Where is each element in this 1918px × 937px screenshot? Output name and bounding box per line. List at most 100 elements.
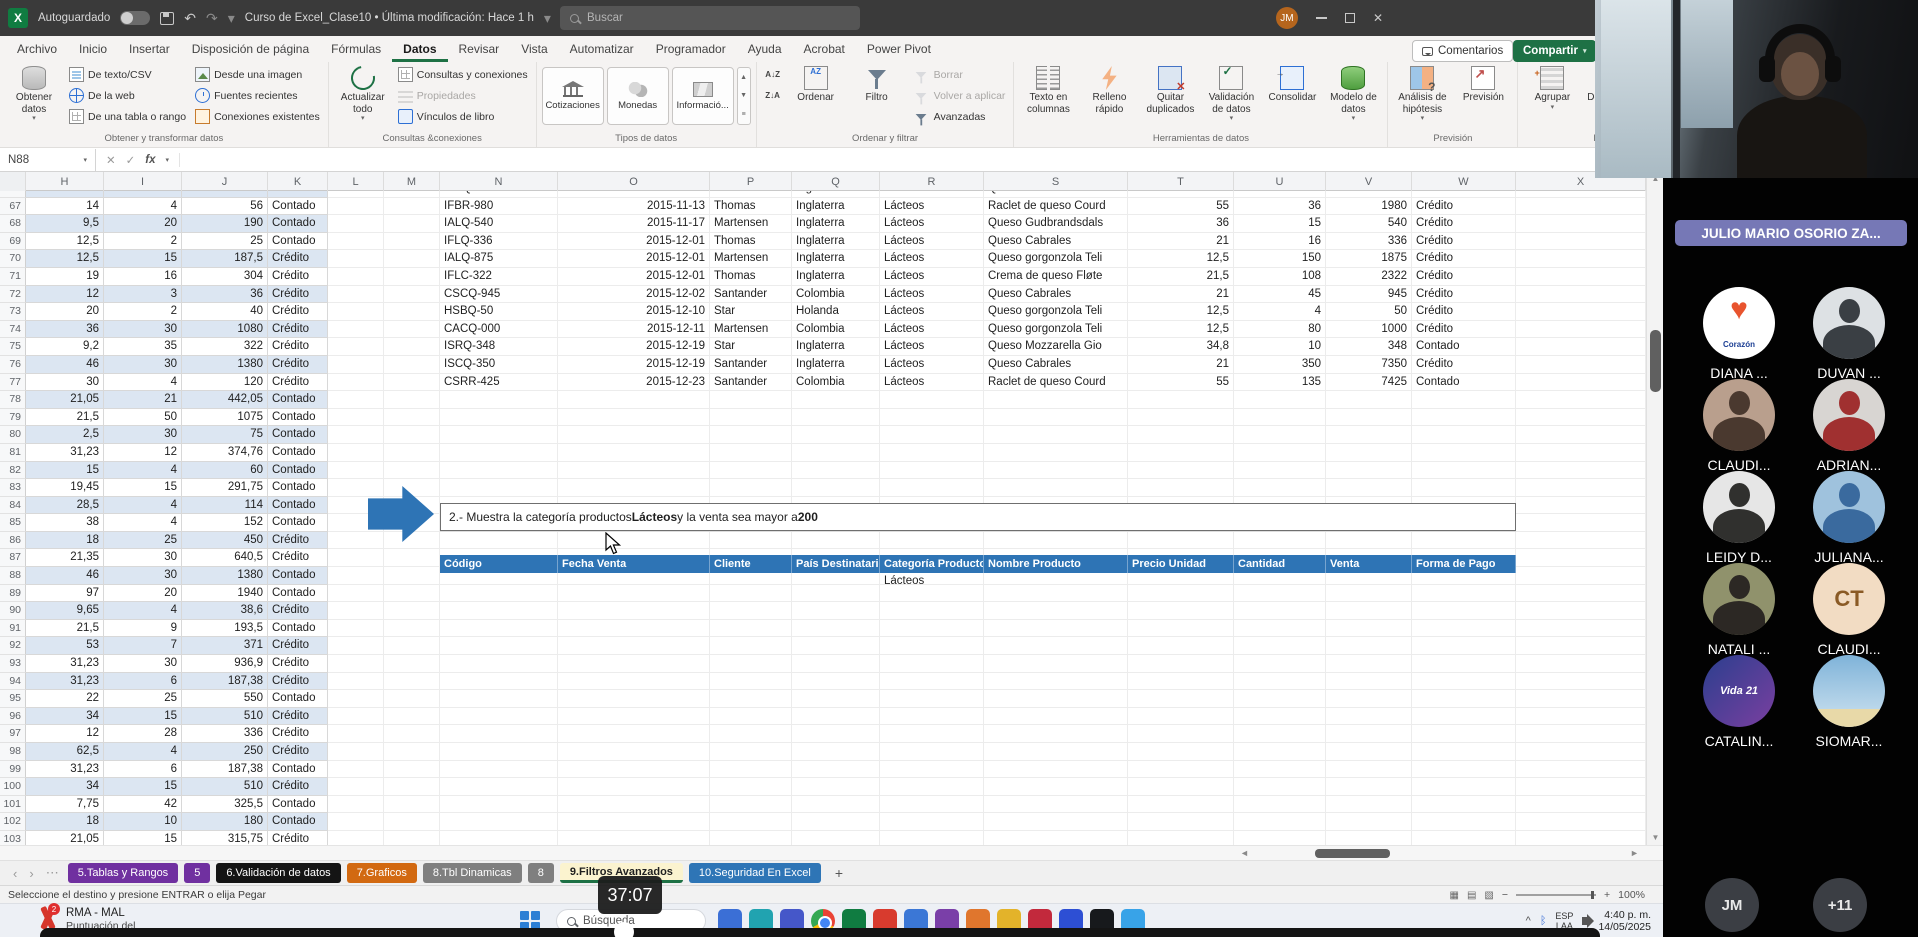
what-if-analysis-button[interactable]: Análisis de hipótesis▾ (1393, 64, 1451, 125)
row-number[interactable]: 94 (0, 673, 26, 691)
cell-H69[interactable]: 12,5 (26, 233, 104, 251)
cell-K94[interactable]: Crédito (268, 673, 328, 691)
cell-N92[interactable] (440, 637, 558, 655)
cell-J77[interactable]: 120 (182, 374, 268, 392)
cell-L72[interactable] (328, 286, 384, 304)
cell-S96[interactable] (984, 708, 1128, 726)
cell-V95[interactable] (1326, 690, 1412, 708)
cell-I88[interactable]: 30 (104, 567, 182, 585)
row-number[interactable]: 92 (0, 637, 26, 655)
cell-X79[interactable] (1516, 409, 1646, 427)
cell-W76[interactable]: Crédito (1412, 356, 1516, 374)
cell-I93[interactable]: 30 (104, 655, 182, 673)
cell-P99[interactable] (710, 761, 792, 779)
cell-L101[interactable] (328, 796, 384, 814)
cell-L73[interactable] (328, 303, 384, 321)
title-dropdown-icon[interactable]: ▾ (544, 11, 551, 25)
cell-T72[interactable]: 21 (1128, 286, 1234, 304)
cell-P94[interactable] (710, 673, 792, 691)
cell-W97[interactable] (1412, 725, 1516, 743)
cell-H86[interactable]: 18 (26, 532, 104, 550)
cell-U96[interactable] (1234, 708, 1326, 726)
cell-T69[interactable]: 21 (1128, 233, 1234, 251)
cell-M77[interactable] (384, 374, 440, 392)
scroll-right-icon[interactable]: ► (1630, 846, 1639, 861)
close-button[interactable]: ✕ (1373, 11, 1383, 25)
cell-U74[interactable]: 80 (1234, 321, 1326, 339)
maximize-button[interactable] (1345, 13, 1355, 23)
cell-P70[interactable]: Martensen (710, 250, 792, 268)
cell-Q69[interactable]: Inglaterra (792, 233, 880, 251)
cell-W95[interactable] (1412, 690, 1516, 708)
participant-avatar[interactable] (1703, 471, 1775, 543)
minimize-button[interactable] (1316, 17, 1327, 19)
cell-O83[interactable] (558, 479, 710, 497)
cell-H100[interactable]: 34 (26, 778, 104, 796)
cell-R70[interactable]: Lácteos (880, 250, 984, 268)
cell-H96[interactable]: 34 (26, 708, 104, 726)
row-number[interactable]: 79 (0, 409, 26, 427)
sheet-tab-7-graficos[interactable]: 7.Graficos (347, 863, 417, 883)
cell-W71[interactable]: Crédito (1412, 268, 1516, 286)
cell-V69[interactable]: 336 (1326, 233, 1412, 251)
cell-U95[interactable] (1234, 690, 1326, 708)
cell-L69[interactable] (328, 233, 384, 251)
cell-T70[interactable]: 12,5 (1128, 250, 1234, 268)
group-button[interactable]: Agrupar▾ (1523, 64, 1581, 114)
cell-P95[interactable] (710, 690, 792, 708)
cell-J98[interactable]: 250 (182, 743, 268, 761)
cell-R91[interactable] (880, 620, 984, 638)
cell-Q83[interactable] (792, 479, 880, 497)
cell-M80[interactable] (384, 426, 440, 444)
cell-M102[interactable] (384, 813, 440, 831)
cell-H101[interactable]: 7,75 (26, 796, 104, 814)
cell-V80[interactable] (1326, 426, 1412, 444)
sort-button[interactable]: AZOrdenar (787, 64, 845, 106)
cell-R76[interactable]: Lácteos (880, 356, 984, 374)
autosave-toggle[interactable] (120, 11, 150, 25)
scroll-down-icon[interactable]: ▼ (1647, 831, 1663, 845)
cell-U98[interactable] (1234, 743, 1326, 761)
cell-L98[interactable] (328, 743, 384, 761)
cell-W99[interactable] (1412, 761, 1516, 779)
cell-S90[interactable] (984, 602, 1128, 620)
cell-U102[interactable] (1234, 813, 1326, 831)
recent-sources-item[interactable]: Fuentes recientes (192, 85, 323, 106)
cell-W100[interactable] (1412, 778, 1516, 796)
cell-K76[interactable]: Crédito (268, 356, 328, 374)
cell-J102[interactable]: 180 (182, 813, 268, 831)
cell-I103[interactable]: 15 (104, 831, 182, 845)
cell-T81[interactable] (1128, 444, 1234, 462)
cell-L96[interactable] (328, 708, 384, 726)
cell-Q86[interactable] (792, 532, 880, 550)
cell-R97[interactable] (880, 725, 984, 743)
cell-M93[interactable] (384, 655, 440, 673)
cell-I89[interactable]: 20 (104, 585, 182, 603)
cell-S95[interactable] (984, 690, 1128, 708)
cell-M95[interactable] (384, 690, 440, 708)
cell-H75[interactable]: 9,2 (26, 338, 104, 356)
cell-V91[interactable] (1326, 620, 1412, 638)
cell-S75[interactable]: Queso Mozzarella Gio (984, 338, 1128, 356)
clock[interactable]: 4:40 p. m. 14/05/2025 (1598, 909, 1651, 933)
cell-X72[interactable] (1516, 286, 1646, 304)
zoom-in-icon[interactable]: + (1604, 889, 1610, 901)
cell-R71[interactable]: Lácteos (880, 268, 984, 286)
cell-O82[interactable] (558, 462, 710, 480)
cell-T93[interactable] (1128, 655, 1234, 673)
cell-T101[interactable] (1128, 796, 1234, 814)
cell-O66[interactable]: 2015-11-01 (558, 191, 710, 198)
cell-L78[interactable] (328, 391, 384, 409)
column-header-J[interactable]: J (182, 172, 268, 191)
cell-Q92[interactable] (792, 637, 880, 655)
cell-J88[interactable]: 1380 (182, 567, 268, 585)
cell-L97[interactable] (328, 725, 384, 743)
cell-S78[interactable] (984, 391, 1128, 409)
cell-V71[interactable]: 2322 (1326, 268, 1412, 286)
cell-X81[interactable] (1516, 444, 1646, 462)
cell-W103[interactable] (1412, 831, 1516, 845)
cell-I70[interactable]: 15 (104, 250, 182, 268)
cell-L93[interactable] (328, 655, 384, 673)
row-number[interactable]: 83 (0, 479, 26, 497)
cell-I69[interactable]: 2 (104, 233, 182, 251)
